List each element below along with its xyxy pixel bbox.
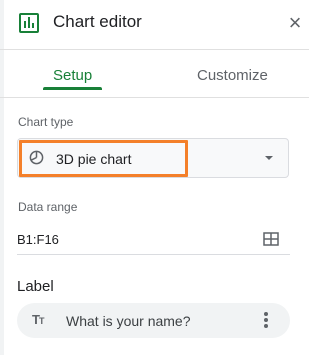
grid-select-icon[interactable]: [263, 232, 279, 246]
tab-setup[interactable]: Setup: [53, 67, 92, 84]
chevron-down-icon: [265, 156, 273, 160]
data-range-label: Data range: [18, 200, 78, 214]
more-vert-icon[interactable]: [261, 311, 271, 329]
chart-type-value: 3D pie chart: [56, 151, 132, 167]
pie-chart-icon: [29, 150, 44, 165]
label-field-text: What is your name?: [66, 313, 191, 329]
close-icon[interactable]: ×: [284, 11, 306, 35]
active-tab-indicator: [43, 87, 102, 90]
label-section-title: Label: [17, 278, 54, 295]
data-range-value[interactable]: B1:F16: [17, 232, 59, 247]
chart-editor-icon: [19, 13, 39, 33]
chart-type-dropdown[interactable]: 3D pie chart: [17, 138, 289, 178]
editor-title: Chart editor: [53, 12, 142, 31]
editor-tabs: Setup Customize: [0, 50, 309, 98]
label-field-chip[interactable]: TT What is your name?: [17, 303, 290, 338]
text-type-icon: TT: [32, 312, 44, 327]
editor-header: Chart editor ×: [0, 0, 309, 50]
tab-customize[interactable]: Customize: [197, 67, 268, 84]
data-range-underline: [17, 254, 290, 255]
chart-type-label: Chart type: [18, 115, 74, 129]
